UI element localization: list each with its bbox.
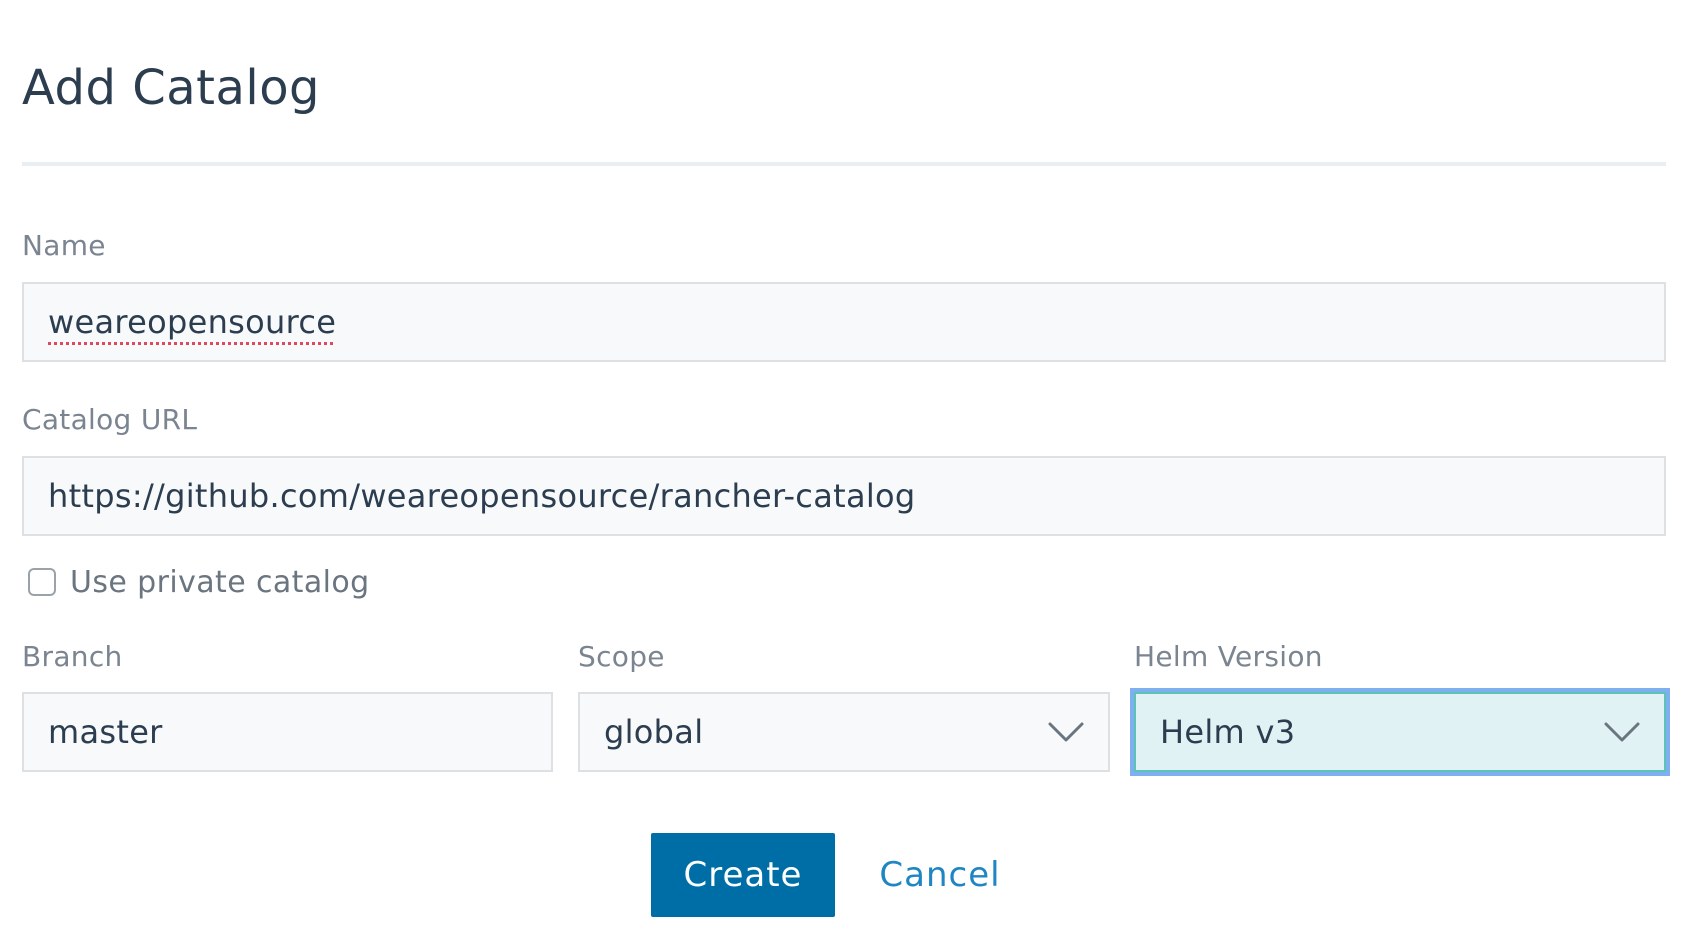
- scope-label: Scope: [578, 640, 665, 673]
- chevron-down-icon: [1604, 722, 1640, 742]
- chevron-down-icon: [1048, 722, 1084, 742]
- helm-version-label: Helm Version: [1134, 640, 1323, 673]
- helm-version-selected-value: Helm v3: [1160, 713, 1296, 751]
- catalog-url-input[interactable]: https://github.com/weareopensource/ranch…: [22, 456, 1666, 536]
- name-input[interactable]: weareopensource: [22, 282, 1666, 362]
- name-input-value: weareopensource: [48, 303, 337, 341]
- private-catalog-checkbox[interactable]: [28, 568, 56, 596]
- title-divider: [22, 162, 1666, 166]
- cancel-button[interactable]: Cancel: [870, 833, 1010, 917]
- helm-version-select[interactable]: Helm v3: [1134, 692, 1666, 772]
- branch-label: Branch: [22, 640, 123, 673]
- name-label: Name: [22, 229, 106, 262]
- branch-input[interactable]: master: [22, 692, 553, 772]
- catalog-url-value: https://github.com/weareopensource/ranch…: [48, 477, 916, 515]
- branch-value: master: [48, 713, 163, 751]
- add-catalog-page: Add Catalog Name weareopensource Catalog…: [0, 0, 1688, 936]
- scope-selected-value: global: [604, 713, 704, 751]
- scope-select[interactable]: global: [578, 692, 1110, 772]
- catalog-url-label: Catalog URL: [22, 403, 198, 436]
- private-catalog-option[interactable]: Use private catalog: [28, 562, 370, 602]
- create-button[interactable]: Create: [651, 833, 835, 917]
- page-title: Add Catalog: [22, 60, 321, 116]
- private-catalog-label: Use private catalog: [70, 564, 370, 600]
